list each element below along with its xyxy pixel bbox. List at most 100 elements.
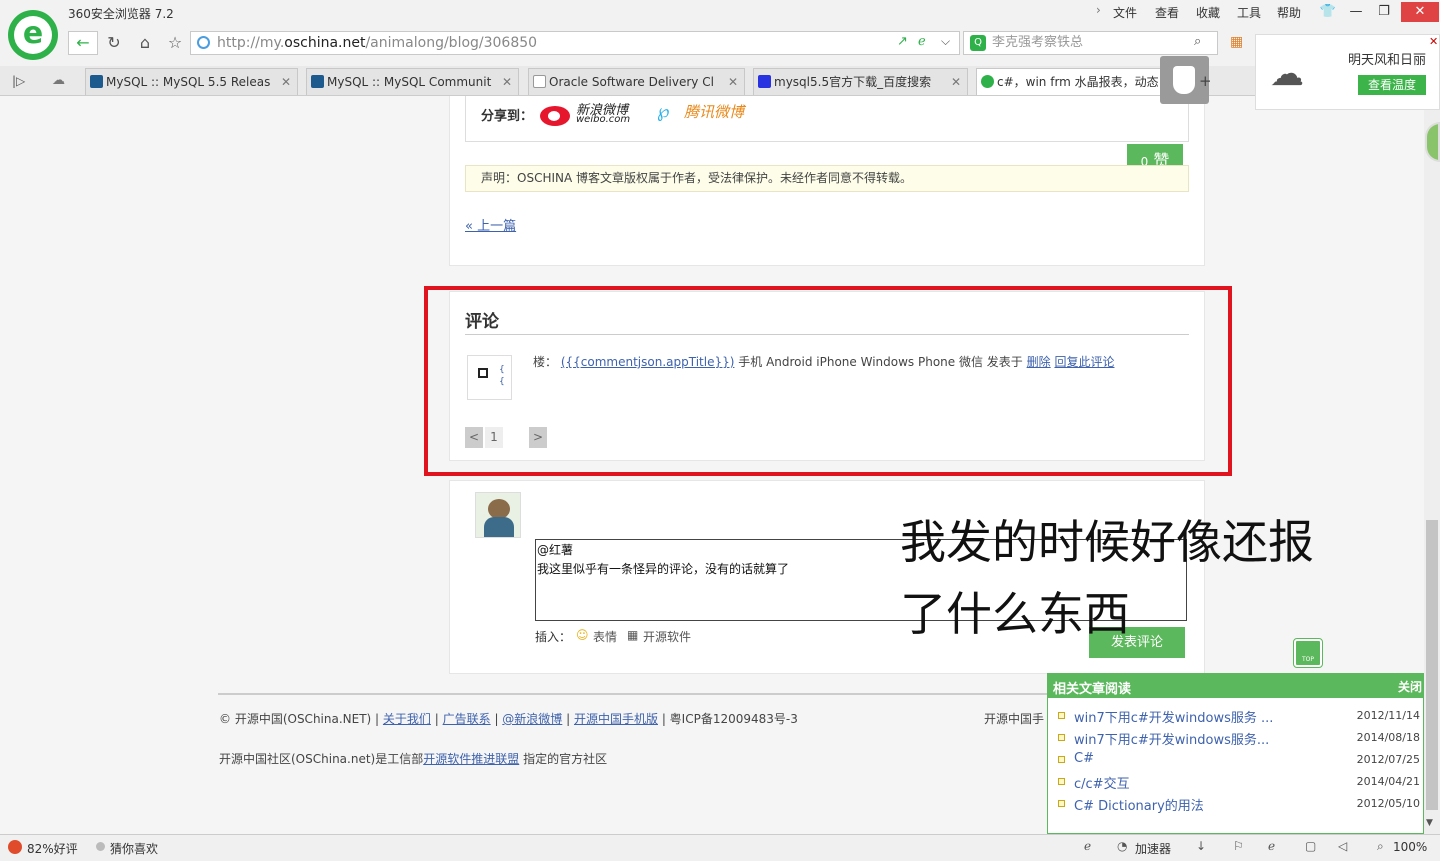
weibo-logo-icon[interactable] [536,100,576,126]
close-window-button[interactable]: ✕ [1401,2,1439,22]
speaker-icon[interactable]: ◁ [1338,839,1347,853]
related-item-title[interactable]: win7下用c#开发windows服务... [1074,729,1269,748]
tomato-icon [8,840,22,854]
home-button[interactable]: ⌂ [132,32,158,54]
chevron-down-icon[interactable]: ⌵ [941,34,950,49]
weibo-sub: weibo.com [576,114,631,125]
sidebar-toggle-icon[interactable]: |▷ [12,74,25,88]
back-to-top-button[interactable]: TOP [1293,638,1323,668]
annotation-text: 我发的时候好像还报 了什么东西 [900,506,1314,650]
shirt-icon[interactable]: 👕 [1315,2,1341,22]
footer-right-text: 开源中国手 [984,712,1045,726]
related-item-title[interactable]: win7下用c#开发windows服务 ... [1074,707,1273,726]
related-item-date: 2014/04/21 [1356,775,1420,788]
url-input[interactable]: http://my.oschina.net/animalong/blog/306… [190,31,960,55]
zoom-level[interactable]: 100% [1393,840,1427,854]
new-tab-button[interactable]: + [1199,72,1212,90]
user-avatar[interactable] [475,492,521,538]
related-item[interactable]: C# Dictionary的用法 2012/05/10 [1058,795,1420,815]
related-item-title[interactable]: C# Dictionary的用法 [1074,795,1204,814]
compat-mode-icon[interactable]: ℯ [918,34,926,49]
menu-tools[interactable]: 工具 [1237,4,1261,21]
scrollbar-thumb[interactable] [1426,520,1438,810]
related-item-date: 2014/08/18 [1356,731,1420,744]
ie-icon[interactable]: ℯ [1084,839,1091,853]
related-item-title[interactable]: C# [1074,751,1094,766]
mobile-version-link[interactable]: 开源中国手机版 [574,712,658,726]
tab-mysql-release[interactable]: MySQL :: MySQL 5.5 Releas ✕ [85,68,298,95]
refresh-button[interactable]: ↻ [101,32,127,54]
related-close-button[interactable]: 关闭 [1398,678,1422,695]
ad-contact-link[interactable]: 广告联系 [443,712,491,726]
scroll-down-icon[interactable]: ▼ [1426,818,1433,828]
related-item[interactable]: win7下用c#开发windows服务... 2014/08/18 [1058,729,1420,749]
insert-label: 插入： [535,630,572,644]
tencent-weibo-icon[interactable]: ℘ [657,101,670,122]
related-item-date: 2012/07/25 [1356,753,1420,766]
smiley-icon[interactable]: ☺ [576,628,589,642]
about-us-link[interactable]: 关于我们 [383,712,431,726]
rating-text[interactable]: 82%好评 [27,840,78,857]
bullet-icon [1058,734,1065,741]
related-articles-panel: 相关文章阅读 关闭 win7下用c#开发windows服务 ... 2012/11… [1047,673,1424,834]
previous-post-link[interactable]: « 上一篇 [465,215,516,234]
browser-logo[interactable]: e [8,10,58,60]
tab-active-oschina[interactable]: c#，win frm 水晶报表，动态 [976,68,1161,95]
related-item[interactable]: win7下用c#开发windows服务 ... 2012/11/14 [1058,707,1420,727]
tencent-weibo-name[interactable]: 腾讯微博 [684,101,744,122]
status-bar: 82%好评 猜你喜欢 ℯ ◔ 加速器 ↓ ⚐ ℯ ▢ ◁ ⌕ 100% [0,834,1440,861]
alliance-link[interactable]: 开源软件推进联盟 [423,752,519,766]
page-content: 分享到： 新浪微博 weibo.com ℘ 腾讯微博 0 赞 声明：OSCHIN… [0,96,1424,834]
related-item-date: 2012/11/14 [1356,709,1420,722]
speedometer-icon[interactable]: ◔ [1117,839,1127,853]
menu-view[interactable]: 查看 [1155,4,1179,21]
title-bar [0,0,1440,30]
bullet-icon [1058,778,1065,785]
tab-oracle-delivery[interactable]: Oracle Software Delivery Cl ✕ [528,68,745,95]
open-source-software-button[interactable]: 开源软件 [643,628,691,645]
bullet-icon [1058,712,1065,719]
app-title: 360安全浏览器 7.2 [68,7,174,21]
software-grid-icon[interactable]: ▦ [627,628,638,642]
emoji-button[interactable]: 表情 [593,628,617,645]
sina-weibo-link[interactable]: @新浪微博 [502,712,562,726]
menu-file[interactable]: 文件 [1113,4,1137,21]
cloud-icon[interactable]: ☁ [52,73,65,88]
footer-line-2: 开源中国社区(OSChina.net)是工信部开源软件推进联盟 指定的官方社区 [219,752,608,766]
chevron-right-icon[interactable]: › [1096,3,1101,17]
close-icon[interactable]: ✕ [1429,35,1438,48]
search-engine-icon[interactable]: Q [970,35,986,51]
annotation-line-1: 我发的时候好像还报 [900,515,1314,569]
download-icon[interactable]: ↓ [1196,839,1206,853]
apps-grid-icon[interactable]: ▦ [1230,34,1243,50]
leaf-icon[interactable]: ℯ [1268,839,1275,853]
search-input[interactable]: 李克强考察铁总 [963,31,1218,55]
copyright-notice: 声明：OSCHINA 博客文章版权属于作者，受法律保护。未经作者同意不得转载。 [465,165,1189,192]
tab-baidu-search[interactable]: mysql5.5官方下载_百度搜索 ✕ [753,68,968,95]
flag-icon[interactable]: ⚐ [1233,839,1244,853]
check-temperature-button[interactable]: 查看温度 [1358,75,1426,95]
bullet-icon [1058,800,1065,807]
footer-line-1: © 开源中国(OSChina.NET) | 关于我们 | 广告联系 | @新浪微… [219,712,798,726]
weather-widget[interactable]: ☁ 明天风和日丽 查看温度 ✕ [1255,34,1440,110]
menu-help[interactable]: 帮助 [1277,4,1301,21]
related-title: 相关文章阅读 [1053,682,1132,697]
share-page-icon[interactable]: ↗ [897,34,908,49]
window-icon[interactable]: ▢ [1305,839,1316,853]
related-item[interactable]: c/c#交互 2014/04/21 [1058,773,1420,793]
annotation-line-2: 了什么东西 [900,587,1130,641]
accelerator-button[interactable]: 加速器 [1135,840,1171,857]
side-widget-icon[interactable] [1425,122,1440,162]
favorite-star-icon[interactable]: ☆ [162,32,188,54]
share-box: 分享到： 新浪微博 weibo.com ℘ 腾讯微博 [465,96,1189,142]
related-item-title[interactable]: c/c#交互 [1074,773,1130,792]
tab-mysql-community[interactable]: MySQL :: MySQL Communit ✕ [306,68,519,95]
guess-you-like-button[interactable]: 猜你喜欢 [110,840,158,857]
related-item[interactable]: C# 2012/07/25 [1058,751,1420,771]
search-icon[interactable]: ⌕ [1194,34,1201,49]
menu-favorites[interactable]: 收藏 [1196,4,1220,21]
back-button[interactable]: ← [68,31,98,55]
minimize-button[interactable]: — [1343,2,1369,22]
maximize-button[interactable]: ❐ [1371,2,1397,22]
zoom-icon[interactable]: ⌕ [1377,839,1384,854]
